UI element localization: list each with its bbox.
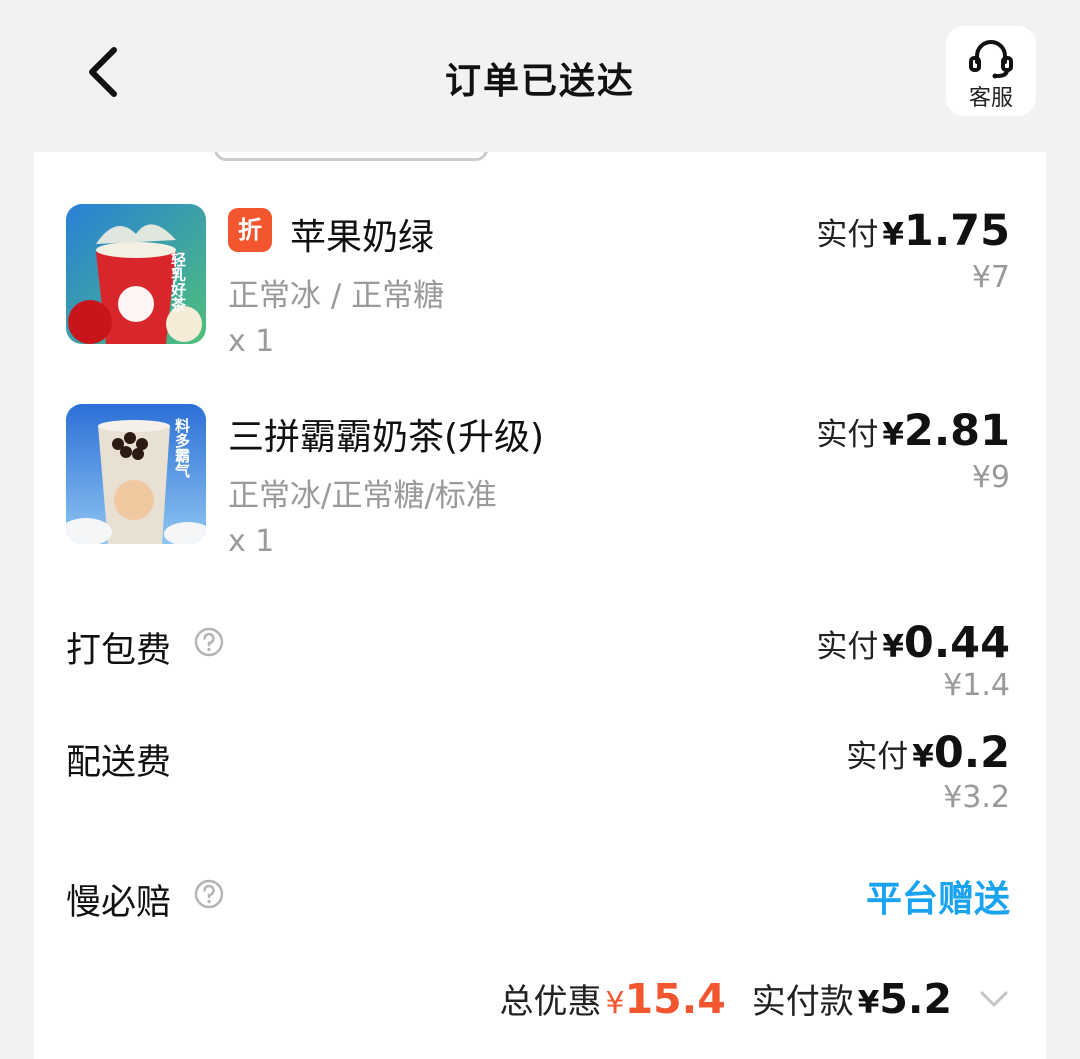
paid-label: 实付 [846,739,909,775]
app-header: 订单已送达 客服 [0,0,1080,150]
item-quantity: x 1 [228,524,275,559]
total-paid-amount: 5.2 [879,975,952,1023]
question-circle-icon[interactable] [194,879,224,909]
item-spec: 正常冰 / 正常糖 [228,278,445,314]
packing-fee-paid: 实付 ¥0.44 [816,618,1010,668]
paid-amount: 0.44 [903,618,1010,668]
paid-label: 实付 [816,417,879,453]
order-item[interactable]: 轻乳好茶 折 苹果奶绿 正常冰 / 正常糖 x 1 实付 ¥1.75 ¥7 [34,204,1046,374]
currency-symbol: ¥ [882,629,904,665]
packing-fee-original: ¥1.4 [943,668,1010,703]
platform-gift-label: 平台赠送 [865,879,1010,920]
total-discount-amount: 15.4 [624,975,726,1023]
product-image: 料多霸气 [66,404,206,544]
item-name: 苹果奶绿 [290,217,435,258]
page-title: 订单已送达 [444,61,635,102]
total-discount-label: 总优惠 [499,982,602,1022]
order-detail-card: 轻乳好茶 折 苹果奶绿 正常冰 / 正常糖 x 1 实付 ¥1.75 ¥7 料多… [34,152,1046,1059]
customer-service-button[interactable]: 客服 [946,26,1036,116]
late-guarantee-label: 慢必赔 [66,883,172,923]
currency-symbol: ¥ [882,217,904,253]
thumb-caption: 轻乳好茶 [169,251,187,313]
product-image: 轻乳好茶 [66,204,206,344]
order-item[interactable]: 料多霸气 三拼霸霸奶茶(升级) 正常冰/正常糖/标准 x 1 实付 ¥2.81 ¥… [34,404,1046,574]
item-paid-price: 实付 ¥1.75 [816,206,1010,256]
delivery-fee-label: 配送费 [66,743,172,783]
clipped-content-edge [214,152,488,161]
chevron-down-icon[interactable] [978,987,1010,1011]
paid-amount: 2.81 [903,406,1010,456]
total-paid-label: 实付款 [751,982,854,1022]
item-spec: 正常冰/正常糖/标准 [228,478,497,514]
item-quantity: x 1 [228,324,275,359]
item-paid-price: 实付 ¥2.81 [816,406,1010,456]
paid-amount: 1.75 [903,206,1010,256]
currency-symbol: ¥ [882,417,904,453]
item-original-price: ¥9 [971,460,1010,495]
discount-badge: 折 [228,208,272,252]
delivery-fee-paid: 实付 ¥0.2 [846,728,1010,778]
headset-icon [969,40,1013,79]
thumb-caption: 料多霸气 [173,417,191,479]
item-name: 三拼霸霸奶茶(升级) [228,417,545,458]
currency-symbol: ¥ [605,986,625,1021]
delivery-fee-original: ¥3.2 [943,780,1010,815]
packing-fee-label: 打包费 [66,631,172,671]
paid-label: 实付 [816,217,879,253]
currency-symbol: ¥ [857,985,880,1021]
paid-amount: 0.2 [933,728,1010,778]
paid-label: 实付 [816,629,879,665]
service-label: 客服 [968,86,1013,111]
currency-symbol: ¥ [912,739,934,775]
order-summary[interactable]: 总优惠 ¥ 15.4 实付款 ¥ 5.2 [500,974,1010,1023]
item-original-price: ¥7 [971,260,1010,295]
question-circle-icon[interactable] [194,627,224,657]
